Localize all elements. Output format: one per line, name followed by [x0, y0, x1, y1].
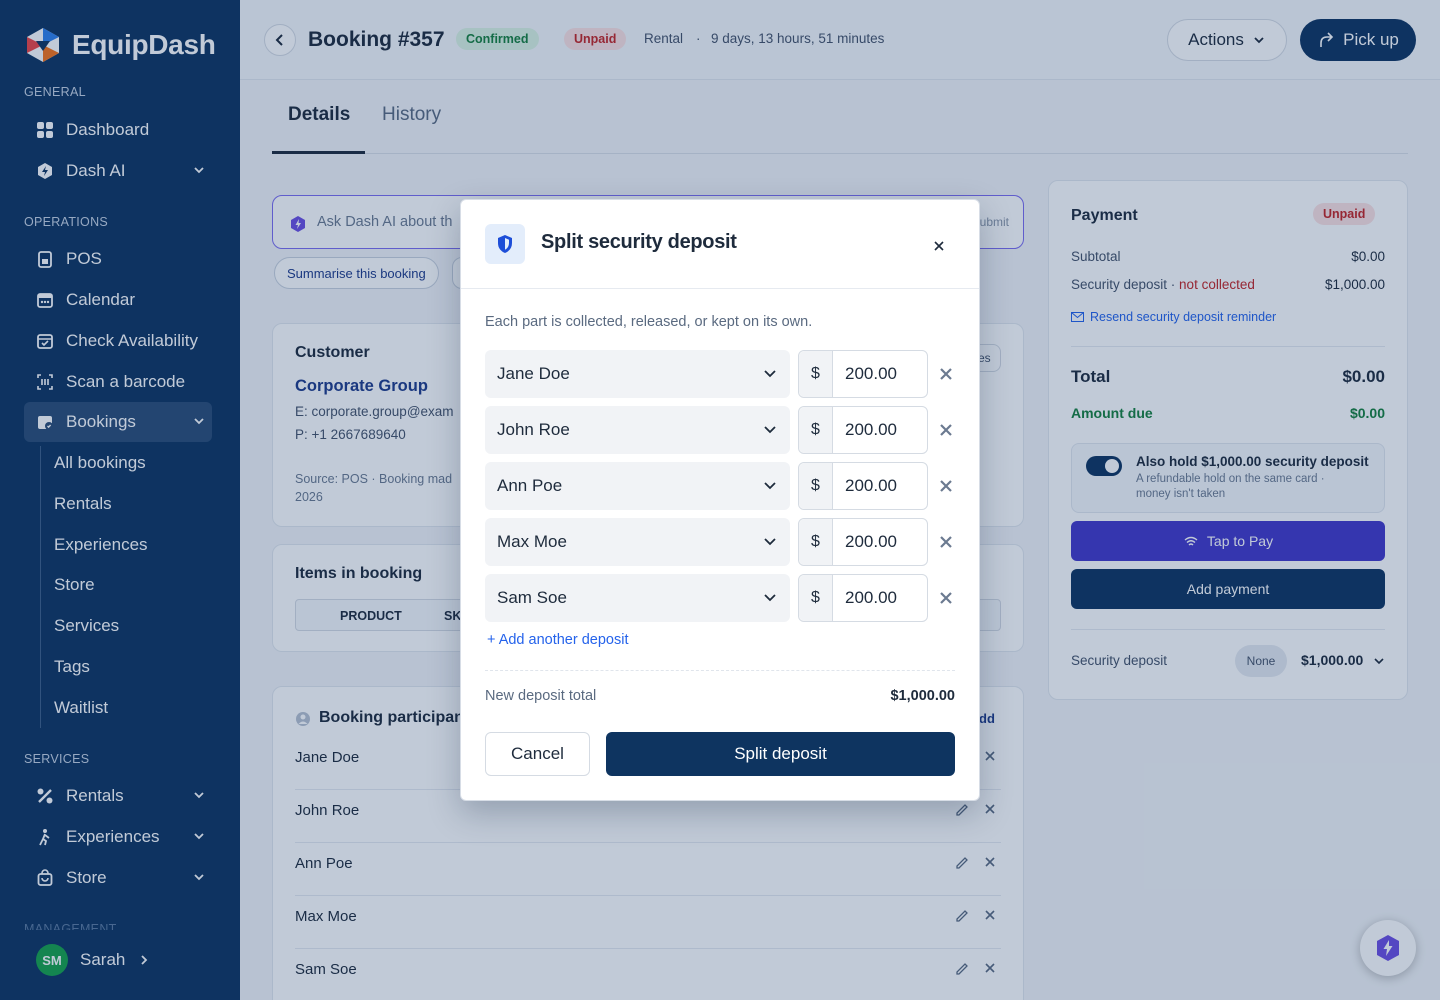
close-button[interactable]	[927, 234, 951, 258]
currency-symbol: $	[799, 575, 833, 621]
modal-description: Each part is collected, released, or kep…	[485, 314, 813, 330]
payer-name: John Roe	[497, 420, 570, 439]
close-icon	[940, 592, 952, 604]
deposit-payer-select[interactable]: Sam Soe	[485, 574, 790, 622]
chevron-down-icon	[764, 593, 776, 603]
remove-deposit-button[interactable]	[937, 533, 955, 551]
close-icon	[940, 536, 952, 548]
shield-icon	[485, 224, 525, 264]
deposit-payer-select[interactable]: Jane Doe	[485, 350, 790, 398]
deposit-amount-value[interactable]: 200.00	[833, 420, 897, 440]
deposit-amount-value[interactable]: 200.00	[833, 588, 897, 608]
new-deposit-total-label: New deposit total	[485, 688, 597, 704]
currency-symbol: $	[799, 519, 833, 565]
deposit-amount-value[interactable]: 200.00	[833, 532, 897, 552]
modal-divider	[485, 670, 955, 671]
remove-deposit-button[interactable]	[937, 477, 955, 495]
split-deposit-button[interactable]: Split deposit	[606, 732, 955, 776]
new-deposit-total-value: $1,000.00	[890, 688, 955, 704]
remove-deposit-button[interactable]	[937, 589, 955, 607]
deposit-payer-select[interactable]: John Roe	[485, 406, 790, 454]
payer-name: Sam Soe	[497, 588, 567, 607]
deposit-payer-select[interactable]: Ann Poe	[485, 462, 790, 510]
chevron-down-icon	[764, 537, 776, 547]
deposit-amount-value[interactable]: 200.00	[833, 364, 897, 384]
cancel-button[interactable]: Cancel	[485, 732, 590, 776]
deposit-amount-field[interactable]: $200.00	[798, 406, 928, 454]
remove-deposit-button[interactable]	[937, 421, 955, 439]
split-deposit-modal: Split security deposit Each part is coll…	[460, 199, 980, 801]
modal-title: Split security deposit	[541, 231, 737, 253]
payer-name: Max Moe	[497, 532, 567, 551]
chevron-down-icon	[764, 481, 776, 491]
chevron-down-icon	[764, 425, 776, 435]
close-icon	[940, 424, 952, 436]
deposit-amount-field[interactable]: $200.00	[798, 462, 928, 510]
add-another-deposit-link[interactable]: + Add another deposit	[487, 632, 629, 648]
currency-symbol: $	[799, 351, 833, 397]
close-icon	[940, 368, 952, 380]
close-icon	[934, 241, 944, 251]
deposit-amount-field[interactable]: $200.00	[798, 574, 928, 622]
remove-deposit-button[interactable]	[937, 365, 955, 383]
deposit-payer-select[interactable]: Max Moe	[485, 518, 790, 566]
currency-symbol: $	[799, 407, 833, 453]
payer-name: Jane Doe	[497, 364, 570, 383]
chevron-down-icon	[764, 369, 776, 379]
close-icon	[940, 480, 952, 492]
deposit-amount-field[interactable]: $200.00	[798, 350, 928, 398]
deposit-amount-value[interactable]: 200.00	[833, 476, 897, 496]
payer-name: Ann Poe	[497, 476, 563, 495]
deposit-amount-field[interactable]: $200.00	[798, 518, 928, 566]
modal-header: Split security deposit	[461, 200, 979, 289]
currency-symbol: $	[799, 463, 833, 509]
